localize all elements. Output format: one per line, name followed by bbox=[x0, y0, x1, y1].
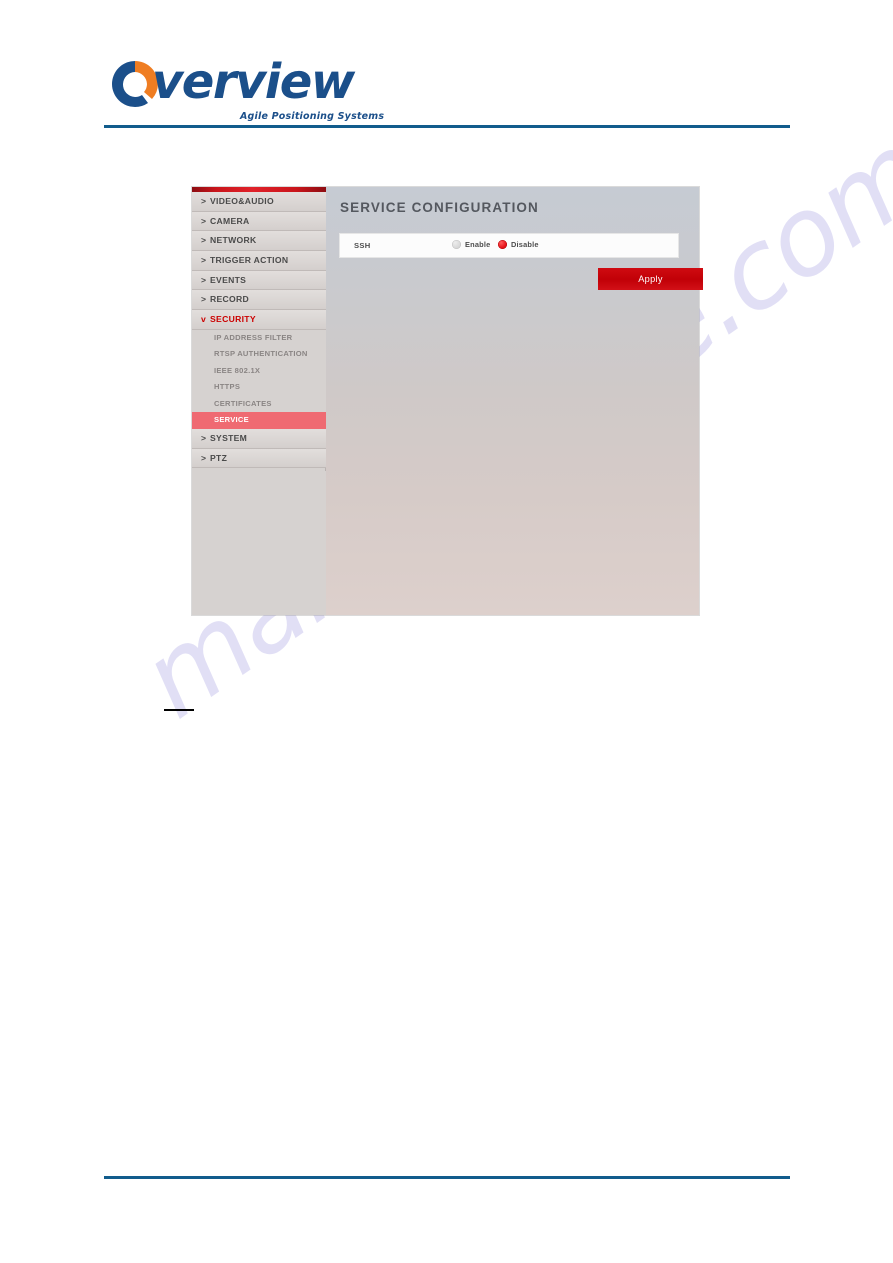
sidebar-menu: > VIDEO&AUDIO > CAMERA > NETWORK > TRIGGER A… bbox=[192, 192, 326, 469]
body-short-rule bbox=[164, 709, 194, 711]
company-logo: verview Agile Positioning Systems bbox=[104, 52, 384, 122]
sidebar-subitem-label: HTTPS bbox=[214, 382, 241, 392]
logo-tagline: Agile Positioning Systems bbox=[240, 111, 385, 122]
sidebar-item-label: RECORD bbox=[210, 294, 250, 305]
chevron-right-icon: > bbox=[201, 235, 207, 246]
logo-wordmark: verview bbox=[152, 54, 355, 110]
chevron-right-icon: > bbox=[201, 432, 207, 443]
sidebar-subitem-ip-address-filter[interactable]: IP ADDRESS FILTER bbox=[192, 329, 326, 347]
ssh-label: SSH bbox=[354, 241, 371, 250]
sidebar-item-ptz[interactable]: > PTZ bbox=[192, 448, 326, 469]
sidebar-subitem-label: SERVICE bbox=[214, 415, 249, 425]
chevron-right-icon: > bbox=[201, 294, 207, 305]
sidebar-subitem-label: RTSP AUTHENTICATION bbox=[214, 349, 308, 359]
sidebar-item-record[interactable]: > RECORD bbox=[192, 290, 326, 311]
chevron-right-icon: > bbox=[201, 196, 207, 206]
chevron-right-icon: > bbox=[201, 255, 207, 266]
sidebar-subitem-label: CERTIFICATES bbox=[214, 398, 272, 408]
ssh-setting-row: SSH Enable Disable bbox=[339, 233, 679, 258]
sidebar-item-label: SYSTEM bbox=[210, 432, 248, 443]
sidebar-subitem-label: IP ADDRESS FILTER bbox=[214, 332, 293, 342]
sidebar-item-label: EVENTS bbox=[210, 274, 247, 285]
radio-unchecked-icon bbox=[452, 240, 461, 249]
ssh-enable-label: Enable bbox=[465, 240, 491, 249]
sidebar-item-camera[interactable]: > CAMERA bbox=[192, 211, 326, 232]
sidebar-subitem-ieee-802-1x[interactable]: IEEE 802.1X bbox=[192, 362, 326, 380]
sidebar-subitem-https[interactable]: HTTPS bbox=[192, 379, 326, 396]
sidebar-subitem-certificates[interactable]: CERTIFICATES bbox=[192, 395, 326, 413]
sidebar-subitem-rtsp-authentication[interactable]: RTSP AUTHENTICATION bbox=[192, 346, 326, 363]
sidebar-item-label: VIDEO&AUDIO bbox=[210, 196, 274, 206]
ssh-enable-radio[interactable]: Enable bbox=[452, 240, 490, 249]
sidebar-item-label: SECURITY bbox=[210, 314, 256, 325]
sidebar-item-label: NETWORK bbox=[210, 235, 257, 246]
ssh-disable-radio[interactable]: Disable bbox=[498, 240, 539, 249]
sidebar-item-label: PTZ bbox=[210, 452, 228, 463]
sidebar-subitem-label: IEEE 802.1X bbox=[214, 365, 261, 375]
footer-divider bbox=[104, 1176, 790, 1179]
device-ui-screenshot: > VIDEO&AUDIO > CAMERA > NETWORK > TRIGGER A… bbox=[192, 187, 703, 615]
apply-button[interactable]: Apply bbox=[598, 268, 703, 290]
sidebar-item-security[interactable]: v SECURITY bbox=[192, 310, 326, 330]
sidebar-item-trigger-action[interactable]: > TRIGGER ACTION bbox=[192, 251, 326, 271]
chevron-right-icon: > bbox=[201, 215, 207, 226]
sidebar-navigation: > VIDEO&AUDIO > CAMERA > NETWORK > TRIGGER A… bbox=[192, 187, 326, 615]
chevron-right-icon: > bbox=[201, 452, 207, 463]
ssh-disable-label: Disable bbox=[511, 240, 539, 249]
sidebar-item-label: CAMERA bbox=[210, 215, 250, 226]
page-title: SERVICE CONFIGURATION bbox=[340, 200, 539, 215]
page-header: verview Agile Positioning Systems bbox=[0, 0, 893, 130]
main-content-panel: SERVICE CONFIGURATION SSH Enable Disable… bbox=[326, 187, 703, 615]
sidebar-item-network[interactable]: > NETWORK bbox=[192, 231, 326, 252]
sidebar-item-label: TRIGGER ACTION bbox=[210, 255, 289, 266]
sidebar-item-events[interactable]: > EVENTS bbox=[192, 270, 326, 291]
sidebar-item-video-audio[interactable]: > VIDEO&AUDIO bbox=[192, 192, 326, 212]
sidebar-item-system[interactable]: > SYSTEM bbox=[192, 428, 326, 449]
chevron-down-icon: v bbox=[201, 314, 207, 325]
chevron-right-icon: > bbox=[201, 274, 207, 285]
sidebar-empty-area bbox=[192, 471, 326, 615]
radio-checked-icon bbox=[498, 240, 507, 249]
sidebar-subitem-service[interactable]: SERVICE bbox=[192, 412, 326, 429]
